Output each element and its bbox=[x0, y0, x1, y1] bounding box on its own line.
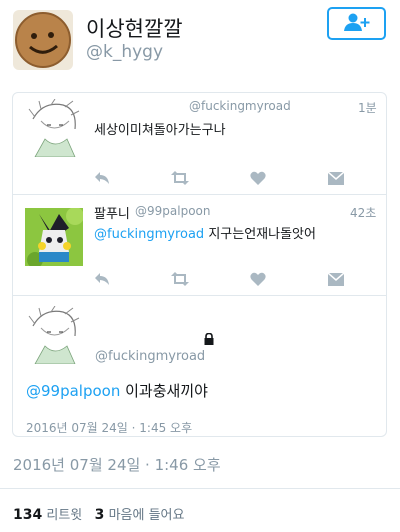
tweet-text-body: 지구는언재나돌앗어 bbox=[204, 227, 316, 242]
avatar[interactable] bbox=[13, 10, 73, 70]
tweet-time[interactable]: 42초 bbox=[350, 204, 376, 221]
lock-icon bbox=[203, 330, 215, 345]
tweet-actions bbox=[93, 169, 344, 187]
tweet[interactable]: @fuckingmyroad 1분 세상이미쳐돌아가는구나 bbox=[13, 93, 386, 195]
tweet-actions bbox=[93, 270, 344, 288]
tweet-text: 세상이미쳐돌아가는구나 bbox=[94, 123, 226, 138]
tweet-handle[interactable]: @fuckingmyroad bbox=[95, 349, 205, 364]
tweet-author-name[interactable]: 팔푸니 bbox=[94, 203, 130, 222]
screen-name[interactable]: @k_hygy bbox=[86, 42, 163, 62]
message-icon[interactable] bbox=[327, 270, 345, 288]
display-name[interactable]: 이상현깔깔 bbox=[86, 13, 183, 43]
retweet-count[interactable]: 134 bbox=[13, 507, 42, 523]
tweet-handle[interactable]: @99palpoon bbox=[135, 204, 210, 218]
tweet-thread: @fuckingmyroad 1분 세상이미쳐돌아가는구나 팔푸니 @99pal… bbox=[12, 92, 387, 437]
tweet[interactable]: 팔푸니 @99palpoon 42초 @fuckingmyroad 지구는언재나… bbox=[13, 195, 386, 296]
follow-button[interactable] bbox=[327, 7, 386, 40]
tweet-timestamp[interactable]: 2016년 07월 24일 · 1:46 오후 bbox=[13, 454, 221, 475]
message-icon[interactable] bbox=[327, 169, 345, 187]
tweet-text-body: 이과충새끼야 bbox=[120, 382, 208, 400]
tweet-time[interactable]: 1분 bbox=[358, 99, 377, 116]
retweet-label[interactable]: 리트윗 bbox=[46, 508, 82, 523]
tweet-timestamp[interactable]: 2016년 07월 24일 · 1:45 오후 bbox=[26, 419, 192, 436]
like-label[interactable]: 마음에 들어요 bbox=[109, 508, 185, 523]
mention-link[interactable]: @fuckingmyroad bbox=[94, 227, 204, 242]
retweet-icon[interactable] bbox=[171, 169, 189, 187]
tweet-text: @99palpoon 이과충새끼야 bbox=[26, 380, 208, 401]
like-icon[interactable] bbox=[249, 270, 267, 288]
like-icon[interactable] bbox=[249, 169, 267, 187]
tweet[interactable]: @fuckingmyroad @99palpoon 이과충새끼야 2016년 0… bbox=[13, 296, 386, 436]
like-count[interactable]: 3 bbox=[95, 507, 105, 523]
reply-icon[interactable] bbox=[93, 270, 111, 288]
avatar[interactable] bbox=[25, 99, 83, 157]
tweet-stats: 134 리트윗 3 마음에 들어요 bbox=[13, 504, 184, 523]
retweet-icon[interactable] bbox=[171, 270, 189, 288]
divider bbox=[0, 488, 400, 489]
mention-link[interactable]: @99palpoon bbox=[26, 382, 120, 400]
tweet-text: @fuckingmyroad 지구는언재나돌앗어 bbox=[94, 223, 316, 242]
reply-icon[interactable] bbox=[93, 169, 111, 187]
avatar[interactable] bbox=[25, 306, 83, 364]
tweet-handle[interactable]: @fuckingmyroad bbox=[189, 99, 291, 113]
avatar[interactable] bbox=[25, 208, 83, 266]
add-user-icon bbox=[343, 12, 371, 36]
profile-header: 이상현깔깔 @k_hygy bbox=[0, 0, 400, 82]
